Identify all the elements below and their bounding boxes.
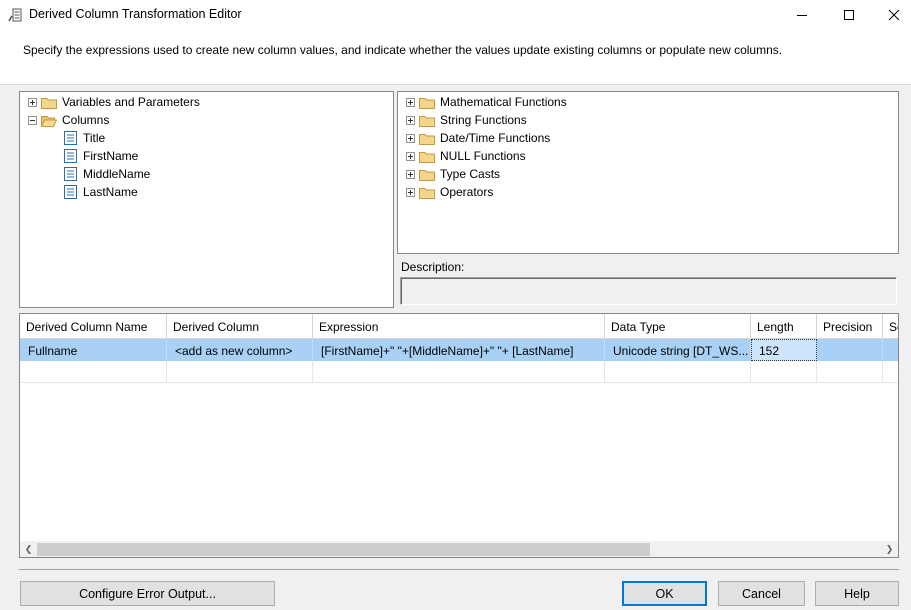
function-category-string[interactable]: String Functions (406, 111, 527, 129)
maximize-icon (844, 10, 854, 20)
expand-icon[interactable] (406, 187, 415, 197)
cancel-button[interactable]: Cancel (718, 581, 805, 606)
table-row[interactable]: Fullname <add as new column> [FirstName]… (20, 339, 898, 361)
header-scale[interactable]: Sc (883, 314, 898, 339)
functions-tree[interactable]: Mathematical Functions String Functions … (397, 91, 899, 254)
column-item-firstname[interactable]: FirstName (64, 147, 138, 165)
minimize-button[interactable] (779, 0, 825, 30)
function-category-label: Date/Time Functions (440, 131, 551, 145)
minimize-icon (797, 15, 807, 16)
function-category-label: String Functions (440, 113, 527, 127)
function-category-label: Operators (440, 185, 494, 199)
function-category-datetime[interactable]: Date/Time Functions (406, 129, 550, 147)
cell-empty[interactable] (167, 361, 313, 383)
column-item-middlename[interactable]: MiddleName (64, 165, 150, 183)
folder-icon (419, 187, 435, 199)
expand-icon[interactable] (406, 169, 415, 179)
header-derived-column[interactable]: Derived Column (167, 314, 313, 339)
folder-open-icon (41, 115, 57, 127)
help-button[interactable]: Help (815, 581, 899, 606)
derived-column-app-icon (8, 8, 22, 22)
column-label: MiddleName (83, 167, 151, 181)
cell-empty[interactable] (883, 361, 898, 383)
function-category-label: NULL Functions (440, 149, 526, 163)
tree-item-label: Columns (62, 113, 110, 127)
cell-empty[interactable] (751, 361, 817, 383)
description-box (400, 277, 897, 305)
cell-scale[interactable] (883, 339, 898, 361)
close-button[interactable] (871, 0, 911, 30)
derived-column-editor-window: Derived Column Transformation Editor Spe… (0, 0, 911, 610)
column-label: FirstName (83, 149, 139, 163)
folder-icon (419, 97, 435, 109)
window-title: Derived Column Transformation Editor (29, 7, 242, 21)
scroll-right-icon[interactable]: ❯ (881, 541, 898, 557)
cell-precision[interactable] (817, 339, 883, 361)
tree-item-label: Variables and Parameters (62, 95, 200, 109)
ok-button[interactable]: OK (622, 581, 707, 606)
expand-icon[interactable] (406, 151, 415, 161)
column-label: Title (83, 131, 106, 145)
column-icon (64, 167, 77, 181)
intro-panel: Specify the expressions used to create n… (0, 30, 911, 85)
columns-tree[interactable]: Variables and Parameters Columns Title F… (19, 91, 394, 308)
column-icon (64, 185, 77, 199)
configure-error-output-button[interactable]: Configure Error Output... (20, 581, 275, 606)
cell-length[interactable]: 152 (751, 339, 817, 361)
cell-empty[interactable] (20, 361, 167, 383)
folder-icon (41, 97, 57, 109)
header-data-type[interactable]: Data Type (605, 314, 751, 339)
cell-derived-column[interactable]: <add as new column> (167, 339, 313, 361)
folder-icon (419, 133, 435, 145)
folder-icon (419, 115, 435, 127)
function-category-operators[interactable]: Operators (406, 183, 493, 201)
header-derived-column-name[interactable]: Derived Column Name (20, 314, 167, 339)
expand-icon[interactable] (406, 133, 415, 143)
grid-header: Derived Column Name Derived Column Expre… (20, 314, 898, 339)
column-label: LastName (83, 185, 138, 199)
column-item-lastname[interactable]: LastName (64, 183, 138, 201)
maximize-button[interactable] (826, 0, 872, 30)
cell-derived-column-name[interactable]: Fullname (20, 339, 167, 361)
header-precision[interactable]: Precision (817, 314, 883, 339)
function-category-label: Mathematical Functions (440, 95, 567, 109)
expand-icon[interactable] (28, 97, 37, 107)
title-bar: Derived Column Transformation Editor (0, 0, 911, 30)
scroll-thumb[interactable] (37, 543, 650, 556)
cell-empty[interactable] (313, 361, 605, 383)
scroll-left-icon[interactable]: ❮ (20, 541, 37, 557)
column-icon (64, 149, 77, 163)
separator (19, 569, 899, 570)
column-item-title[interactable]: Title (64, 129, 105, 147)
collapse-icon[interactable] (28, 115, 37, 125)
header-expression[interactable]: Expression (313, 314, 605, 339)
expand-icon[interactable] (406, 97, 415, 107)
expand-icon[interactable] (406, 115, 415, 125)
intro-text: Specify the expressions used to create n… (23, 43, 783, 57)
cell-empty[interactable] (817, 361, 883, 383)
function-category-null[interactable]: NULL Functions (406, 147, 526, 165)
description-label: Description: (397, 258, 464, 276)
function-category-mathematical[interactable]: Mathematical Functions (406, 93, 567, 111)
column-icon (64, 131, 77, 145)
close-icon (888, 9, 900, 21)
derived-columns-grid[interactable]: Derived Column Name Derived Column Expre… (19, 313, 899, 558)
cell-expression[interactable]: [FirstName]+" "+[MiddleName]+" "+ [LastN… (313, 339, 605, 361)
new-row[interactable] (20, 361, 898, 383)
folder-icon (419, 151, 435, 163)
cell-data-type[interactable]: Unicode string [DT_WS... (605, 339, 751, 361)
folder-icon (419, 169, 435, 181)
horizontal-scrollbar[interactable]: ❮ ❯ (20, 541, 898, 557)
function-category-type-casts[interactable]: Type Casts (406, 165, 500, 183)
tree-item-variables[interactable]: Variables and Parameters (28, 93, 200, 111)
tree-item-columns[interactable]: Columns (28, 111, 109, 129)
header-length[interactable]: Length (751, 314, 817, 339)
function-category-label: Type Casts (440, 167, 501, 181)
cell-empty[interactable] (605, 361, 751, 383)
